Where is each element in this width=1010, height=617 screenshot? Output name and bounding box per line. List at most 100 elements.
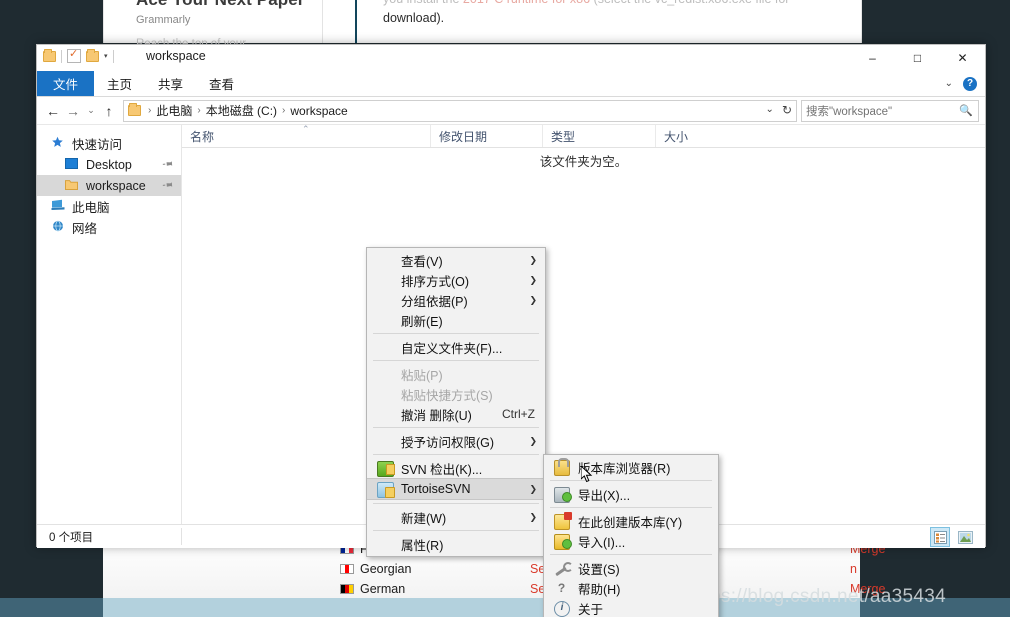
- tab-home[interactable]: 主页: [94, 71, 145, 96]
- breadcrumb-item-1[interactable]: 本地磁盘 (C:): [204, 102, 279, 119]
- breadcrumb-item-2[interactable]: workspace: [288, 104, 349, 118]
- menu-item-u[interactable]: 撤消 删除(U) Ctrl+Z: [367, 404, 545, 424]
- menu-item-o[interactable]: 排序方式(O) ❯: [367, 270, 545, 290]
- menu-item-p: 粘贴(P): [367, 364, 545, 384]
- doc-text-pre: you install the: [383, 0, 463, 6]
- menu-item-tortoisesvn[interactable]: TortoiseSVN ❯: [367, 478, 545, 500]
- menu-item-svnk[interactable]: SVN 检出(K)...: [367, 458, 545, 478]
- ribbon-tabs: 文件 主页 共享 查看 ⌄ ?: [37, 71, 985, 97]
- doc-text-post: (select the vc_redist.x86.exe file for: [590, 0, 790, 6]
- back-button[interactable]: ←: [43, 103, 63, 119]
- menu-item-label: 查看(V): [401, 254, 443, 269]
- language-row: Georgian: [340, 562, 411, 576]
- quick-access-toolbar: ▾: [43, 47, 114, 63]
- tab-share[interactable]: 共享: [145, 71, 196, 96]
- search-input[interactable]: 搜索"workspace" 🔍: [801, 99, 979, 122]
- breadcrumb[interactable]: › 此电脑 › 本地磁盘 (C:) › workspace ⌄ ↻: [123, 99, 797, 122]
- sidebar-item-workspace[interactable]: workspace: [37, 175, 181, 196]
- sidebar-item-此电脑[interactable]: 此电脑: [37, 196, 181, 217]
- network-icon: [51, 220, 67, 235]
- menu-item-label: 设置(S): [578, 562, 620, 577]
- chevron-right-icon: ❯: [529, 294, 537, 305]
- maximize-button[interactable]: □: [895, 45, 940, 71]
- chevron-down-icon[interactable]: ▾: [104, 52, 108, 60]
- menu-item-r[interactable]: 版本库浏览器(R): [544, 457, 718, 477]
- sidebar-item-快速访问[interactable]: 快速访问: [37, 133, 181, 154]
- crumb-sep-2: ›: [282, 105, 286, 116]
- export-icon: [554, 486, 572, 503]
- column-header-修改日期[interactable]: 修改日期: [430, 125, 542, 147]
- menu-item-w[interactable]: 新建(W) ❯: [367, 507, 545, 527]
- pin-icon[interactable]: [160, 178, 175, 193]
- background-divider: [322, 0, 323, 43]
- sidebar-item-网络[interactable]: 网络: [37, 217, 181, 238]
- menu-item-e[interactable]: 刷新(E): [367, 310, 545, 330]
- background-doc-line-2: download).: [383, 11, 445, 25]
- pin-icon[interactable]: [160, 157, 175, 172]
- desktop-icon: [65, 157, 81, 172]
- menu-item-h[interactable]: ? 帮助(H): [544, 578, 718, 598]
- ribbon-right-controls: ⌄ ?: [945, 71, 977, 96]
- sidebar-item-Desktop[interactable]: Desktop: [37, 154, 181, 175]
- forward-button[interactable]: →: [63, 103, 83, 119]
- menu-item-r[interactable]: 属性(R): [367, 534, 545, 554]
- column-header-类型[interactable]: 类型: [542, 125, 655, 147]
- crumb-sep-1: ›: [197, 105, 201, 116]
- crumb-sep-0: ›: [148, 105, 152, 116]
- import-icon: [554, 533, 572, 550]
- qat-separator-2: [112, 49, 114, 63]
- menu-item-label: SVN 检出(K)...: [401, 462, 483, 477]
- sort-indicator-icon: ⌃: [302, 124, 310, 134]
- menu-item-p[interactable]: 分组依据(P) ❯: [367, 290, 545, 310]
- menu-item-i[interactable]: 导入(I)...: [544, 531, 718, 551]
- new-folder-icon[interactable]: [86, 48, 99, 62]
- pin-star-icon: [51, 136, 67, 152]
- navigation-pane: 快速访问 Desktop workspace 此电脑网络: [37, 125, 182, 524]
- menu-item-f[interactable]: 自定义文件夹(F)...: [367, 337, 545, 357]
- repo-browser-icon: [554, 457, 570, 476]
- menu-item-label: 版本库浏览器(R): [578, 461, 671, 476]
- menu-item-y[interactable]: 在此创建版本库(Y): [544, 511, 718, 531]
- menu-item-label: 刷新(E): [401, 314, 443, 329]
- screen: Ace Your Next Paper Grammarly Reach the …: [0, 0, 1010, 617]
- tortoisesvn-submenu[interactable]: 版本库浏览器(R) 导出(X)... 在此创建版本库(Y) 导入(I)... 设置(S)…: [543, 454, 719, 617]
- menu-item-label: 自定义文件夹(F)...: [401, 341, 503, 356]
- help-icon[interactable]: ?: [963, 76, 977, 91]
- context-menu[interactable]: 查看(V) ❯ 排序方式(O) ❯ 分组依据(P) ❯ 刷新(E) 自定义文件夹(F)... 粘…: [366, 247, 546, 557]
- menu-item-s: 粘贴快捷方式(S): [367, 384, 545, 404]
- menu-item-v[interactable]: 查看(V) ❯: [367, 250, 545, 270]
- menu-item-label: TortoiseSVN: [401, 482, 471, 496]
- menu-item-label: 授予访问权限(G): [401, 435, 495, 450]
- search-icon[interactable]: 🔍: [959, 104, 973, 117]
- search-placeholder: 搜索"workspace": [806, 105, 893, 118]
- menu-item-label: 新建(W): [401, 511, 447, 526]
- refresh-icon[interactable]: ↻: [782, 103, 792, 117]
- chevron-right-icon: ❯: [529, 483, 537, 494]
- up-button[interactable]: ↑: [99, 103, 119, 119]
- close-button[interactable]: ✕: [940, 45, 985, 71]
- menu-item-s[interactable]: 设置(S): [544, 558, 718, 578]
- folder-icon: [65, 179, 81, 193]
- menu-item-g[interactable]: 授予访问权限(G) ❯: [367, 431, 545, 451]
- details-view-glyph: [933, 530, 947, 544]
- menu-item-label: 帮助(H): [578, 582, 621, 597]
- chevron-down-icon-ribbon[interactable]: ⌄: [945, 78, 953, 89]
- column-header-大小[interactable]: 大小: [655, 125, 725, 147]
- properties-checkbox-icon[interactable]: [67, 47, 81, 63]
- address-dropdown-icon[interactable]: ⌄: [766, 104, 774, 115]
- tab-file[interactable]: 文件: [37, 71, 95, 96]
- flag-icon: [340, 564, 354, 574]
- sidebar-item-label: 网络: [72, 222, 98, 236]
- background-doc-rule: [355, 0, 357, 43]
- flag-icon: [340, 584, 354, 594]
- breadcrumb-item-0[interactable]: 此电脑: [154, 102, 194, 119]
- menu-item-label: 分组依据(P): [401, 294, 468, 309]
- menu-separator: [550, 507, 712, 508]
- large-icons-view-icon[interactable]: [955, 527, 975, 547]
- menu-item-x[interactable]: 导出(X)...: [544, 484, 718, 504]
- recent-locations-button[interactable]: ⌄: [83, 105, 99, 116]
- menu-item-[interactable]: i 关于: [544, 598, 718, 617]
- minimize-button[interactable]: –: [850, 45, 895, 71]
- tab-view[interactable]: 查看: [196, 71, 247, 96]
- details-view-icon[interactable]: [930, 527, 950, 547]
